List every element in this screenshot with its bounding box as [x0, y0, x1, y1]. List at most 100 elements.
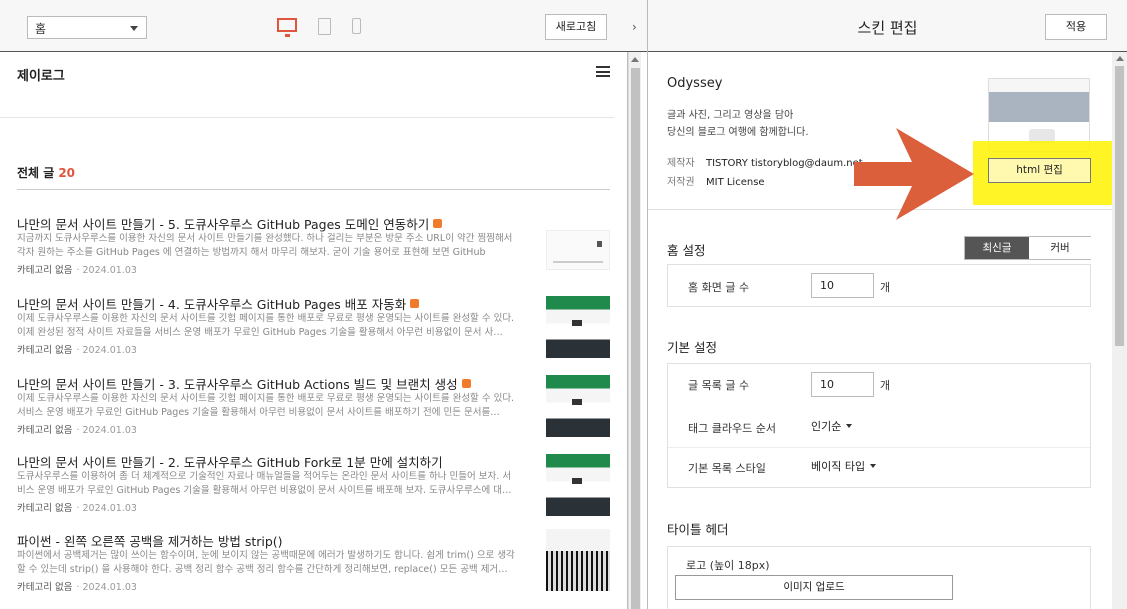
post-thumbnail[interactable] — [546, 230, 610, 270]
blog-title[interactable]: 제이로그 — [17, 65, 65, 84]
page-select[interactable]: 홈 — [27, 16, 147, 39]
title-header-box: 로고 (높이 18px) 이미지 업로드 — [667, 546, 1091, 609]
post-title[interactable]: 나만의 문서 사이트 만들기 - 4. 도큐사우루스 GitHub Pages … — [17, 294, 420, 313]
post-title-text[interactable]: 나만의 문서 사이트 만들기 - 4. 도큐사우루스 GitHub Pages … — [17, 297, 406, 312]
new-badge-icon — [433, 219, 443, 228]
tab-cover[interactable]: 커버 — [1029, 237, 1091, 259]
divider — [668, 447, 1090, 448]
post-title-text[interactable]: 파이썬 - 왼쪽 오른쪽 공백을 제거하는 방법 strip() — [17, 534, 283, 549]
page-select-value: 홈 — [35, 22, 47, 36]
post-date: · 2024.01.03 — [76, 345, 137, 356]
tag-order-value: 인기순 — [811, 420, 842, 433]
post-meta: 카테고리 없음 · 2024.01.03 — [17, 422, 137, 436]
total-label: 전체 글 — [17, 166, 55, 180]
basic-settings-box: 글 목록 글 수 10 개 태그 클라우드 순서 인기순 기본 목록 스타일 베… — [667, 363, 1091, 488]
list-count-unit: 개 — [880, 379, 891, 392]
post-category[interactable]: 카테고리 없음 — [17, 265, 72, 276]
post-date-text: 2024.01.03 — [82, 345, 137, 356]
post-item[interactable]: 나만의 문서 사이트 만들기 - 3. 도큐사우루스 GitHub Action… — [17, 374, 610, 444]
tab-latest[interactable]: 최신글 — [965, 237, 1029, 259]
chevron-right-icon: › — [632, 20, 637, 34]
tag-order-label: 태그 클라우드 순서 — [688, 422, 776, 435]
title-header-title: 타이틀 헤더 — [667, 522, 729, 537]
post-item[interactable]: 나만의 문서 사이트 만들기 - 5. 도큐사우루스 GitHub Pages … — [17, 214, 610, 284]
image-upload-button[interactable]: 이미지 업로드 — [675, 575, 953, 600]
author-value: TISTORY tistoryblog@daum.net — [706, 158, 863, 169]
post-category[interactable]: 카테고리 없음 — [17, 425, 72, 436]
list-style-value: 베이직 타입 — [811, 460, 866, 473]
post-date-text: 2024.01.03 — [82, 503, 137, 514]
home-count-label: 홈 화면 글 수 — [688, 281, 750, 294]
list-count-input[interactable]: 10 — [811, 372, 874, 397]
post-item[interactable]: 나만의 문서 사이트 만들기 - 2. 도큐사우루스 GitHub Fork로 … — [17, 452, 610, 522]
chevron-down-icon — [130, 26, 138, 31]
post-summary: 이제 도큐사우루스를 이용한 자신의 문서 사이트를 깃헙 페이지를 통한 배포… — [17, 313, 515, 338]
menu-icon[interactable] — [596, 66, 610, 77]
skin-name: Odyssey — [667, 76, 723, 91]
post-date: · 2024.01.03 — [76, 503, 137, 514]
home-type-toggle[interactable]: 최신글 커버 — [964, 236, 1091, 260]
post-category[interactable]: 카테고리 없음 — [17, 503, 72, 514]
post-thumbnail[interactable] — [546, 296, 610, 358]
scroll-up-icon[interactable] — [1116, 56, 1124, 61]
post-category[interactable]: 카테고리 없음 — [17, 582, 72, 593]
post-title-text[interactable]: 나만의 문서 사이트 만들기 - 5. 도큐사우루스 GitHub Pages … — [17, 217, 429, 232]
scrollbar-thumb[interactable] — [631, 68, 640, 609]
post-meta: 카테고리 없음 · 2024.01.03 — [17, 500, 137, 514]
tablet-view-icon[interactable] — [318, 18, 331, 35]
post-summary: 도큐사우루스를 이용하여 좀 더 체계적으로 기술적인 자료나 매뉴얼들을 적어… — [17, 471, 512, 496]
list-style-label: 기본 목록 스타일 — [688, 462, 766, 475]
mobile-view-icon[interactable] — [352, 18, 361, 34]
post-date-text: 2024.01.03 — [82, 582, 137, 593]
author-key: 제작자 — [667, 158, 695, 169]
editor-header: 스킨 편집 적용 — [648, 0, 1127, 52]
html-edit-button[interactable]: html 편집 — [988, 158, 1091, 183]
skin-desc-line: 글과 사진, 그리고 영상을 담아 — [667, 110, 794, 121]
post-title-text[interactable]: 나만의 문서 사이트 만들기 - 2. 도큐사우루스 GitHub Fork로 … — [17, 455, 443, 470]
chevron-down-icon — [846, 424, 853, 428]
refresh-button[interactable]: 새로고침 — [545, 14, 607, 40]
list-count-label: 글 목록 글 수 — [688, 379, 750, 392]
new-badge-icon — [461, 379, 471, 388]
post-title[interactable]: 나만의 문서 사이트 만들기 - 3. 도큐사우루스 GitHub Action… — [17, 374, 471, 393]
preview-pane: 홈 새로고침 제이로그 전체 글 20 나만의 문서 사이트 만들기 - 5. 도… — [0, 0, 628, 609]
editor-scrollbar[interactable] — [1112, 52, 1127, 609]
post-date: · 2024.01.03 — [76, 582, 137, 593]
total-count: 20 — [58, 166, 76, 180]
post-date-text: 2024.01.03 — [82, 425, 137, 436]
divider — [17, 189, 610, 190]
scroll-up-icon[interactable] — [631, 57, 639, 62]
desktop-view-icon[interactable] — [277, 18, 297, 37]
skin-author: 제작자 TISTORY tistoryblog@daum.net — [667, 154, 863, 169]
post-title[interactable]: 나만의 문서 사이트 만들기 - 5. 도큐사우루스 GitHub Pages … — [17, 214, 443, 233]
post-meta: 카테고리 없음 · 2024.01.03 — [17, 262, 137, 276]
chevron-down-icon — [870, 464, 877, 468]
post-title-text[interactable]: 나만의 문서 사이트 만들기 - 3. 도큐사우루스 GitHub Action… — [17, 377, 458, 392]
tag-order-dropdown[interactable]: 인기순 — [811, 418, 853, 434]
post-title[interactable]: 파이썬 - 왼쪽 오른쪽 공백을 제거하는 방법 strip() — [17, 531, 283, 550]
post-item[interactable]: 나만의 문서 사이트 만들기 - 4. 도큐사우루스 GitHub Pages … — [17, 294, 610, 364]
post-thumbnail[interactable] — [546, 454, 610, 516]
skin-description: 글과 사진, 그리고 영상을 담아 당신의 블로그 여행에 함께합니다. — [667, 107, 809, 141]
home-count-unit: 개 — [880, 281, 891, 294]
post-category[interactable]: 카테고리 없음 — [17, 345, 72, 356]
post-title[interactable]: 나만의 문서 사이트 만들기 - 2. 도큐사우루스 GitHub Fork로 … — [17, 452, 443, 471]
post-thumbnail[interactable] — [546, 375, 610, 437]
collapse-panel-button[interactable]: › — [628, 0, 647, 52]
license-value: MIT License — [706, 177, 765, 188]
skin-editor-pane: 스킨 편집 적용 Odyssey 글과 사진, 그리고 영상을 담아 당신의 블… — [648, 0, 1127, 609]
scrollbar-thumb[interactable] — [1115, 66, 1124, 346]
skin-license: 저작권 MIT License — [667, 173, 765, 188]
post-meta: 카테고리 없음 · 2024.01.03 — [17, 342, 137, 356]
list-style-dropdown[interactable]: 베이직 타입 — [811, 458, 877, 474]
home-count-input[interactable]: 10 — [811, 273, 874, 298]
preview-scrollbar[interactable] — [628, 52, 641, 609]
new-badge-icon — [410, 299, 420, 308]
annotation-arrow-icon — [854, 128, 974, 220]
post-item[interactable]: 파이썬 - 왼쪽 오른쪽 공백을 제거하는 방법 strip() 파이썬에서 공… — [17, 529, 610, 601]
apply-button[interactable]: 적용 — [1045, 14, 1107, 40]
post-summary: 파이썬에서 공백제거는 많이 쓰이는 함수이며, 눈에 보이지 않는 공백때문에… — [17, 550, 515, 575]
home-settings-box: 홈 화면 글 수 10 개 — [667, 264, 1091, 307]
blog-header: 제이로그 — [0, 53, 614, 118]
post-thumbnail[interactable] — [546, 529, 610, 591]
